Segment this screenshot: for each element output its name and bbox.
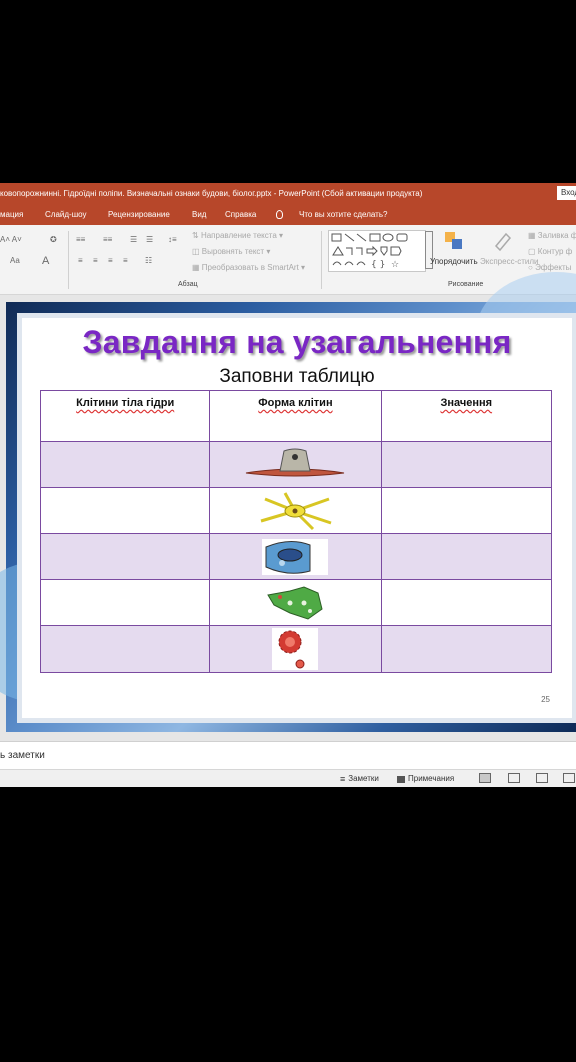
shapes-icon: { } ☆	[331, 233, 408, 270]
divider	[321, 231, 322, 289]
title-bar: ковопорожнинні. Гідроїдні поліпи. Визнач…	[0, 183, 576, 204]
tell-me-label: Что вы хотите сделать?	[299, 210, 388, 219]
nerve-cell-image	[260, 491, 332, 530]
increase-indent-icon[interactable]: ☰	[146, 235, 153, 245]
align-text-button[interactable]: ◫ Выровнять текст ▾	[192, 247, 270, 257]
window-title: ковопорожнинні. Гідроїдні поліпи. Визнач…	[0, 189, 423, 198]
slide-sorter-view-icon[interactable]	[508, 773, 520, 783]
table-cell	[209, 533, 382, 580]
table-cell[interactable]	[39, 487, 211, 534]
numbering-icon[interactable]: ≡≡	[103, 235, 112, 245]
powerpoint-window: ковопорожнинні. Гідроїдні поліпи. Визнач…	[0, 183, 576, 787]
lightbulb-icon	[276, 210, 283, 219]
normal-view-icon[interactable]	[479, 773, 491, 783]
svg-text:{ }: { }	[371, 260, 385, 270]
table-cell[interactable]	[39, 441, 211, 488]
line-spacing-icon[interactable]: ↕≡	[168, 235, 177, 245]
table-row	[39, 625, 553, 673]
cells-table: Клітини тіла гідри Форма клітин Значення	[39, 390, 553, 673]
change-case-button[interactable]: Aa	[10, 256, 20, 266]
slide-title: Завдання на узагальнення	[82, 324, 512, 360]
table-cell	[209, 579, 382, 626]
slide-background: Завдання на узагальнення Заповни таблицю…	[0, 272, 576, 732]
comments-button[interactable]: Примечания	[397, 770, 454, 787]
svg-text:☆: ☆	[391, 260, 399, 270]
shape-outline-button[interactable]: ▢ Контур ф	[528, 247, 572, 257]
shapes-gallery[interactable]: { } ☆	[328, 230, 426, 272]
notes-pane[interactable]: ь заметки	[0, 741, 576, 770]
epithelial-muscle-cell-image	[246, 448, 345, 476]
paragraph-group-label: Абзац	[178, 281, 198, 288]
tab-animation[interactable]: мация	[0, 204, 23, 225]
stinging-cell-image	[267, 585, 323, 620]
table-row	[39, 533, 553, 580]
shape-effects-label: Эффекты	[535, 263, 572, 272]
table-cell[interactable]	[380, 441, 553, 488]
smartart-button[interactable]: ▦ Преобразовать в SmartArt ▾	[192, 263, 305, 273]
shape-fill-label: Заливка ф	[537, 231, 576, 240]
table-row	[39, 579, 553, 626]
slide-subtitle: Заповни таблицю	[219, 366, 375, 387]
decrease-indent-icon[interactable]: ☰	[130, 235, 137, 245]
ribbon-tabs: мация Слайд-шоу Рецензирование Вид Справ…	[0, 204, 576, 225]
drawing-group-label: Рисование	[448, 281, 484, 288]
table-cell[interactable]	[380, 625, 553, 673]
text-direction-label: Направление текста	[200, 231, 277, 240]
tab-slideshow[interactable]: Слайд-шоу	[45, 204, 86, 225]
notes-toggle-button[interactable]: ≡ Заметки	[340, 770, 379, 787]
table-row	[39, 487, 553, 534]
header-cell: Форма клітин	[209, 390, 382, 442]
align-text-label: Выровнять текст	[201, 247, 265, 256]
slideshow-view-icon[interactable]	[563, 773, 575, 783]
shape-outline-label: Контур ф	[537, 247, 573, 256]
justify-icon[interactable]: ≡	[123, 256, 128, 266]
notes-placeholder: ь заметки	[0, 750, 45, 761]
notes-icon: ≡	[340, 774, 346, 784]
table-cell	[209, 625, 382, 673]
align-left-icon[interactable]: ≡	[78, 256, 83, 266]
glandular-cell-image	[262, 538, 329, 575]
ribbon: A˄ A˅ ✪ Aa A ≡≡ ≡≡ ☰ ☰ ↕≡ ≡ ≡ ≡ ≡ ☷ ⇅ На…	[0, 225, 576, 295]
table-cell[interactable]	[39, 579, 211, 626]
arrange-button[interactable]: Упорядочить	[430, 257, 478, 267]
table-row	[39, 441, 553, 488]
font-color-icon[interactable]: A	[42, 256, 49, 267]
sign-in-button[interactable]: Вход	[557, 186, 576, 200]
smartart-label: Преобразовать в SmartArt	[201, 263, 299, 272]
quick-styles-icon	[494, 232, 512, 252]
bullets-icon[interactable]: ≡≡	[76, 235, 85, 245]
slide-workspace[interactable]: Завдання на узагальнення Заповни таблицю…	[0, 272, 576, 741]
font-size-increase-icon[interactable]: A˄ A˅	[0, 235, 22, 245]
tab-view[interactable]: Вид	[192, 204, 206, 225]
header-cell: Значення	[380, 390, 553, 442]
header-cell: Клітини тіла гідри	[39, 390, 211, 442]
table-header-row: Клітини тіла гідри Форма клітин Значення	[39, 390, 553, 442]
table-cell[interactable]	[380, 533, 553, 580]
status-bar: ≡ Заметки Примечания	[0, 769, 576, 787]
tab-review[interactable]: Рецензирование	[108, 204, 170, 225]
clear-format-icon[interactable]: ✪	[50, 235, 57, 245]
divider	[68, 231, 69, 289]
table-cell	[209, 441, 382, 488]
tell-me-box[interactable]: Что вы хотите сделать?	[276, 204, 387, 225]
arrange-icon	[445, 232, 462, 249]
comments-label: Примечания	[408, 774, 455, 783]
table-cell[interactable]	[380, 579, 553, 626]
table-cell[interactable]	[39, 625, 211, 673]
notes-toggle-label: Заметки	[348, 774, 379, 783]
reading-view-icon[interactable]	[536, 773, 548, 783]
align-center-icon[interactable]: ≡	[93, 256, 98, 266]
slide-content: Завдання на узагальнення Заповни таблицю…	[22, 318, 572, 718]
text-direction-button[interactable]: ⇅ Направление текста ▾	[192, 231, 283, 241]
interstitial-cell-image	[272, 628, 319, 670]
tab-help[interactable]: Справка	[225, 204, 256, 225]
slide-number: 25	[541, 695, 550, 704]
table-cell[interactable]	[380, 487, 553, 534]
shape-fill-button[interactable]: ▦ Заливка ф	[528, 231, 576, 241]
table-cell	[209, 487, 382, 534]
comment-icon	[397, 775, 405, 783]
table-cell[interactable]	[39, 533, 211, 580]
columns-icon[interactable]: ☷	[145, 256, 152, 266]
align-right-icon[interactable]: ≡	[108, 256, 113, 266]
